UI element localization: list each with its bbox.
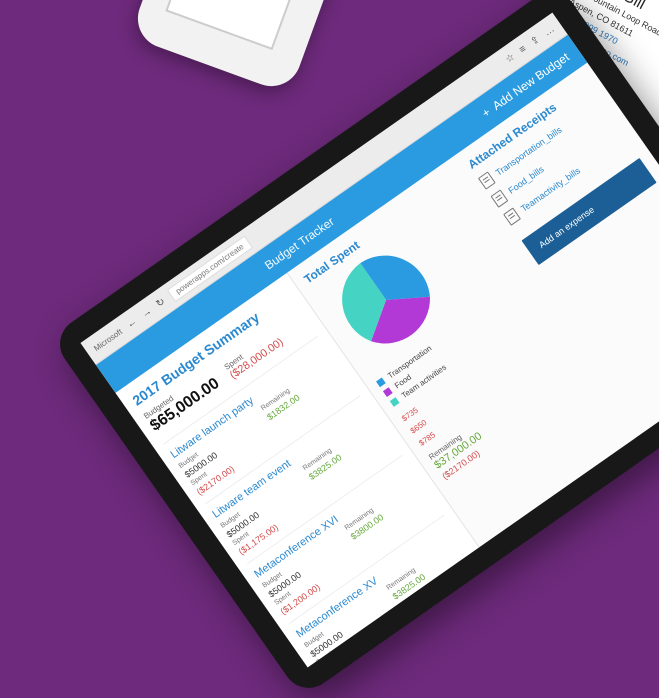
menu-icon[interactable]: ≡ [517, 43, 528, 55]
legend-swatch-team-activities [389, 397, 400, 407]
event-remaining: $1832.00 [265, 392, 302, 423]
favorites-icon[interactable]: ☆ [503, 51, 517, 65]
event-remaining: $3800.00 [348, 512, 386, 542]
refresh-icon[interactable]: ↻ [154, 296, 167, 310]
phone-device-top [129, 0, 341, 95]
share-icon[interactable]: ⇪ [528, 34, 541, 48]
document-icon [477, 171, 496, 190]
more-icon[interactable]: … [542, 23, 557, 38]
event-remaining: $3825.00 [306, 452, 344, 482]
tablet-device: Microsoft ← → ↻ powerapps.com/create ☆ ≡… [49, 0, 659, 698]
forward-icon[interactable]: → [139, 305, 154, 320]
phone-screen [165, 0, 305, 51]
back-icon[interactable]: ← [125, 316, 140, 331]
document-icon [490, 189, 509, 208]
document-icon [503, 207, 521, 226]
tablet-screen: Microsoft ← → ↻ powerapps.com/create ☆ ≡… [80, 12, 659, 668]
event-budget: $5000.00 [308, 629, 345, 660]
legend-swatch-food [382, 387, 393, 398]
event-remaining: $3825.00 [390, 571, 428, 602]
legend-swatch-transportation [376, 377, 386, 388]
